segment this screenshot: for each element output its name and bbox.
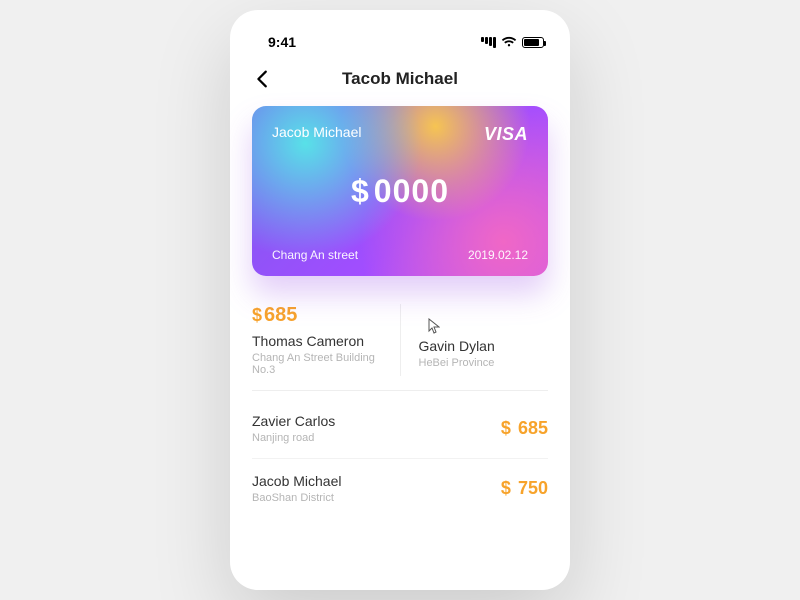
transaction-amount: $ 685 <box>501 418 548 439</box>
featured-sender-sub: Chang An Street Building No.3 <box>252 352 382 376</box>
page-title: Tacob Michael <box>252 69 548 89</box>
status-time: 9:41 <box>268 34 296 50</box>
transaction-sub: BaoShan District <box>252 492 342 504</box>
featured-recipient-name: Gavin Dylan <box>419 338 549 354</box>
transaction-list: $685 Thomas Cameron Chang An Street Buil… <box>252 304 548 518</box>
battery-icon <box>522 37 544 48</box>
transaction-amount: $ 750 <box>501 478 548 499</box>
credit-card[interactable]: Jacob Michael VISA $ 0000 Chang An stree… <box>252 106 548 276</box>
currency-symbol: $ <box>351 173 370 210</box>
featured-amount: $685 <box>252 304 382 327</box>
phone-frame: 9:41 Tacob Michael Jacob Michael VISA $ … <box>230 10 570 590</box>
card-date: 2019.02.12 <box>468 248 528 262</box>
transaction-name: Zavier Carlos <box>252 413 335 429</box>
featured-recipient-sub: HeBei Province <box>419 357 549 369</box>
transaction-sub: Nanjing road <box>252 432 335 444</box>
balance-amount: 0000 <box>374 173 449 210</box>
transaction-name: Jacob Michael <box>252 473 342 489</box>
card-address: Chang An street <box>272 248 358 262</box>
featured-sender-name: Thomas Cameron <box>252 333 382 349</box>
transaction-row[interactable]: Jacob Michael BaoShan District $ 750 <box>252 459 548 518</box>
featured-transaction[interactable]: $685 Thomas Cameron Chang An Street Buil… <box>252 304 548 391</box>
wifi-icon <box>501 36 517 48</box>
page-header: Tacob Michael <box>252 62 548 106</box>
signal-icon <box>480 37 496 48</box>
status-bar: 9:41 <box>252 28 548 62</box>
transaction-row[interactable]: Zavier Carlos Nanjing road $ 685 <box>252 399 548 459</box>
status-icons <box>480 36 544 48</box>
